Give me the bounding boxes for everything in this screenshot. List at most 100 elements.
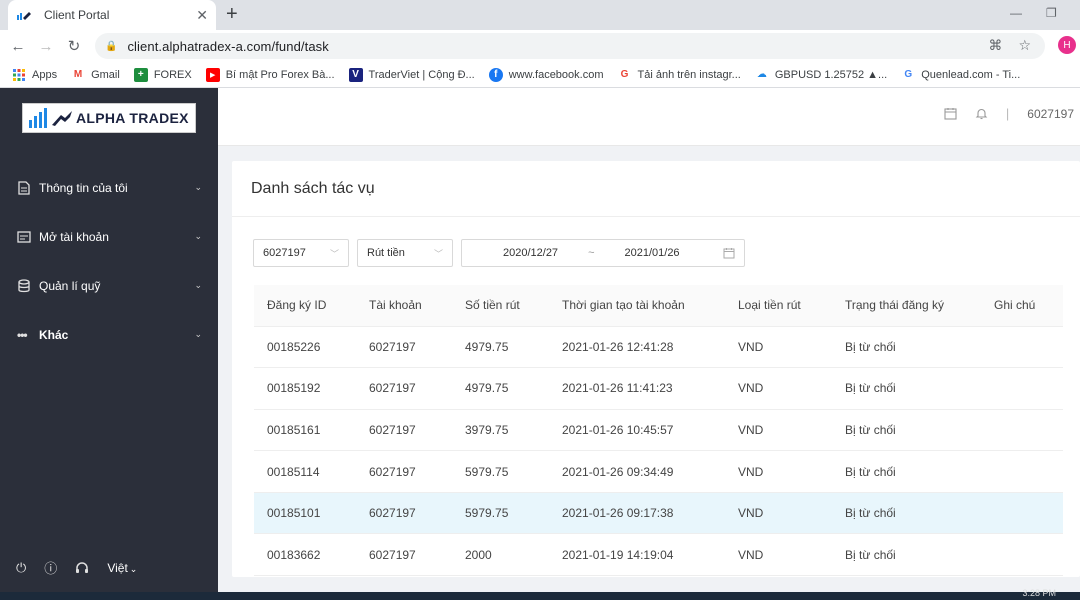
gmail-icon: M (73, 69, 83, 80)
document-icon (18, 180, 30, 195)
sidebar-item-open-account[interactable]: Mở tài khoản ⌄ (0, 212, 218, 261)
table-row[interactable]: 00183662 6027197 2000 2021-01-19 14:19:0… (254, 533, 1063, 577)
column-header-note[interactable]: Ghi chú (981, 285, 1063, 327)
date-to[interactable]: 2021/01/26 (625, 247, 680, 259)
cell-created-time: 2021-01-26 09:34:49 (549, 450, 725, 493)
cell-status: Bị từ chối (832, 326, 981, 369)
task-list-card: Danh sách tác vụ 6027197 ﹀ Rút tiền ﹀ 20… (232, 161, 1080, 577)
minimize-icon[interactable]: — (1010, 6, 1022, 20)
task-table: Đăng ký ID Tài khoản Số tiền rút Thời gi… (254, 285, 1063, 577)
date-from[interactable]: 2020/12/27 (503, 247, 558, 259)
chevron-down-icon: ⌄ (194, 231, 202, 241)
more-icon: ••• (17, 327, 28, 342)
cell-status: Bị từ chối (832, 409, 981, 452)
lock-icon: 🔒 (105, 40, 118, 52)
logo-bars-icon (29, 108, 47, 128)
column-header-account[interactable]: Tài khoản (356, 285, 452, 327)
url-text[interactable]: client.alphatradex-a.com/fund/task (127, 39, 328, 54)
alphatradex-logo[interactable]: ALPHA TRADEX (22, 103, 196, 133)
column-header-created-time[interactable]: Thời gian tạo tài khoản (549, 285, 725, 327)
tab-title: Client Portal (44, 8, 110, 22)
headset-icon[interactable] (75, 561, 89, 575)
chevron-down-icon: ⌄ (194, 329, 202, 339)
cell-note (981, 367, 1063, 410)
restore-icon[interactable]: ❐ (1046, 6, 1057, 20)
cell-note (981, 450, 1063, 493)
cell-amount: 5979.75 (452, 450, 549, 493)
info-icon[interactable]: ⓘ (44, 558, 57, 577)
cell-account: 6027197 (356, 409, 452, 452)
date-separator: ~ (588, 247, 595, 259)
account-select[interactable]: 6027197 ﹀ (253, 239, 349, 267)
cell-created-time: 2021-01-26 10:45:57 (549, 409, 725, 452)
sidebar-item-other[interactable]: ••• Khác ⌄ (0, 310, 218, 359)
header-divider: | (1005, 106, 1010, 121)
translate-icon[interactable]: ⌘ (988, 37, 1002, 54)
bookmark-star-icon[interactable]: ☆ (1018, 37, 1031, 54)
bell-icon[interactable] (975, 107, 988, 120)
cell-note (981, 492, 1063, 535)
date-range-picker[interactable]: 2020/12/27 ~ 2021/01/26 (461, 239, 745, 267)
calendar-icon[interactable] (723, 247, 735, 259)
bookmark-quenlead[interactable]: G Quenlead.com - Ti... (901, 68, 1020, 82)
sidebar-item-my-info[interactable]: Thông tin của tôi ⌄ (0, 163, 218, 212)
address-bar[interactable]: 🔒 client.alphatradex-a.com/fund/task ⌘ ☆ (95, 33, 1045, 59)
forward-icon[interactable]: → (32, 38, 60, 55)
page-title: Danh sách tác vụ (232, 161, 1080, 217)
cell-status: Bị từ chối (832, 492, 981, 535)
bookmark-gmail[interactable]: M Gmail (71, 68, 120, 82)
browser-toolbar: ← → ↻ 🔒 client.alphatradex-a.com/fund/ta… (0, 30, 1080, 62)
tab-close-icon[interactable]: ✕ (196, 7, 208, 24)
column-header-currency[interactable]: Loại tiền rút (725, 285, 832, 327)
table-row[interactable]: 00185161 6027197 3979.75 2021-01-26 10:4… (254, 409, 1063, 452)
cell-id: 00183662 (254, 533, 356, 577)
new-tab-button[interactable]: + (226, 3, 238, 25)
filter-bar: 6027197 ﹀ Rút tiền ﹀ 2020/12/27 ~ 2021/0… (253, 239, 745, 267)
transaction-type-select[interactable]: Rút tiền ﹀ (357, 239, 453, 267)
sidebar-item-fund-management[interactable]: Quản lí quỹ ⌄ (0, 261, 218, 310)
database-icon (18, 278, 30, 292)
bookmark-traderviet[interactable]: V TraderViet | Cộng Đ... (348, 67, 475, 82)
cell-id: 00185226 (254, 326, 356, 369)
sidebar-item-label: Quản lí quỹ (39, 278, 101, 293)
cell-currency: VND (725, 367, 832, 410)
cell-account: 6027197 (356, 326, 452, 369)
bookmark-gbpusd[interactable]: ☁ GBPUSD 1.25752 ▲... (755, 68, 887, 82)
google-icon: G (904, 69, 913, 80)
back-icon[interactable]: ← (4, 38, 32, 55)
cell-account: 6027197 (356, 533, 452, 577)
bookmark-apps[interactable]: Apps (12, 68, 57, 82)
table-row[interactable]: 00185226 6027197 4979.75 2021-01-26 12:4… (254, 326, 1063, 369)
language-selector[interactable]: Việt ⌄ (107, 561, 137, 575)
cell-amount: 4979.75 (452, 367, 549, 410)
cell-status: Bị từ chối (832, 450, 981, 493)
table-row[interactable]: 00185101 6027197 5979.75 2021-01-26 09:1… (254, 492, 1063, 535)
column-header-status[interactable]: Trạng thái đăng ký (832, 285, 981, 327)
bookmark-instagram-downloader[interactable]: G Tải ảnh trên instagr... (618, 68, 741, 82)
cell-status: Bị từ chối (832, 367, 981, 410)
sidebar-footer: ⏻ ⓘ Việt ⌄ (16, 558, 137, 577)
column-header-amount[interactable]: Số tiền rút (452, 285, 549, 327)
table-row[interactable]: 00185192 6027197 4979.75 2021-01-26 11:4… (254, 367, 1063, 410)
cell-note (981, 326, 1063, 369)
cell-amount: 5979.75 (452, 492, 549, 535)
account-number[interactable]: 6027197 (1027, 107, 1074, 121)
bookmark-facebook[interactable]: f www.facebook.com (488, 67, 604, 82)
bookmarks-bar: Apps M Gmail + FOREX ▶ Bí mật Pro Forex … (0, 62, 1080, 88)
browser-tab[interactable]: Client Portal ✕ (8, 0, 216, 30)
bookmark-youtube[interactable]: ▶ Bí mật Pro Forex Bà... (205, 67, 335, 82)
cloud-icon: ☁ (756, 69, 767, 80)
youtube-icon: ▶ (205, 67, 220, 82)
profile-avatar[interactable]: H (1058, 36, 1076, 54)
chevron-down-icon: ﹀ (329, 248, 339, 259)
chevron-down-icon: ⌄ (194, 182, 202, 192)
table-row[interactable]: 00185114 6027197 5979.75 2021-01-26 09:3… (254, 450, 1063, 493)
reload-icon[interactable]: ↻ (60, 37, 88, 55)
sidebar-item-label: Thông tin của tôi (39, 180, 128, 195)
bookmark-forex[interactable]: + FOREX (133, 67, 192, 82)
calendar-icon[interactable] (944, 107, 957, 120)
power-icon[interactable]: ⏻ (16, 560, 26, 576)
cell-account: 6027197 (356, 450, 452, 493)
chevron-down-icon: ﹀ (433, 248, 443, 259)
column-header-id[interactable]: Đăng ký ID (254, 285, 356, 327)
